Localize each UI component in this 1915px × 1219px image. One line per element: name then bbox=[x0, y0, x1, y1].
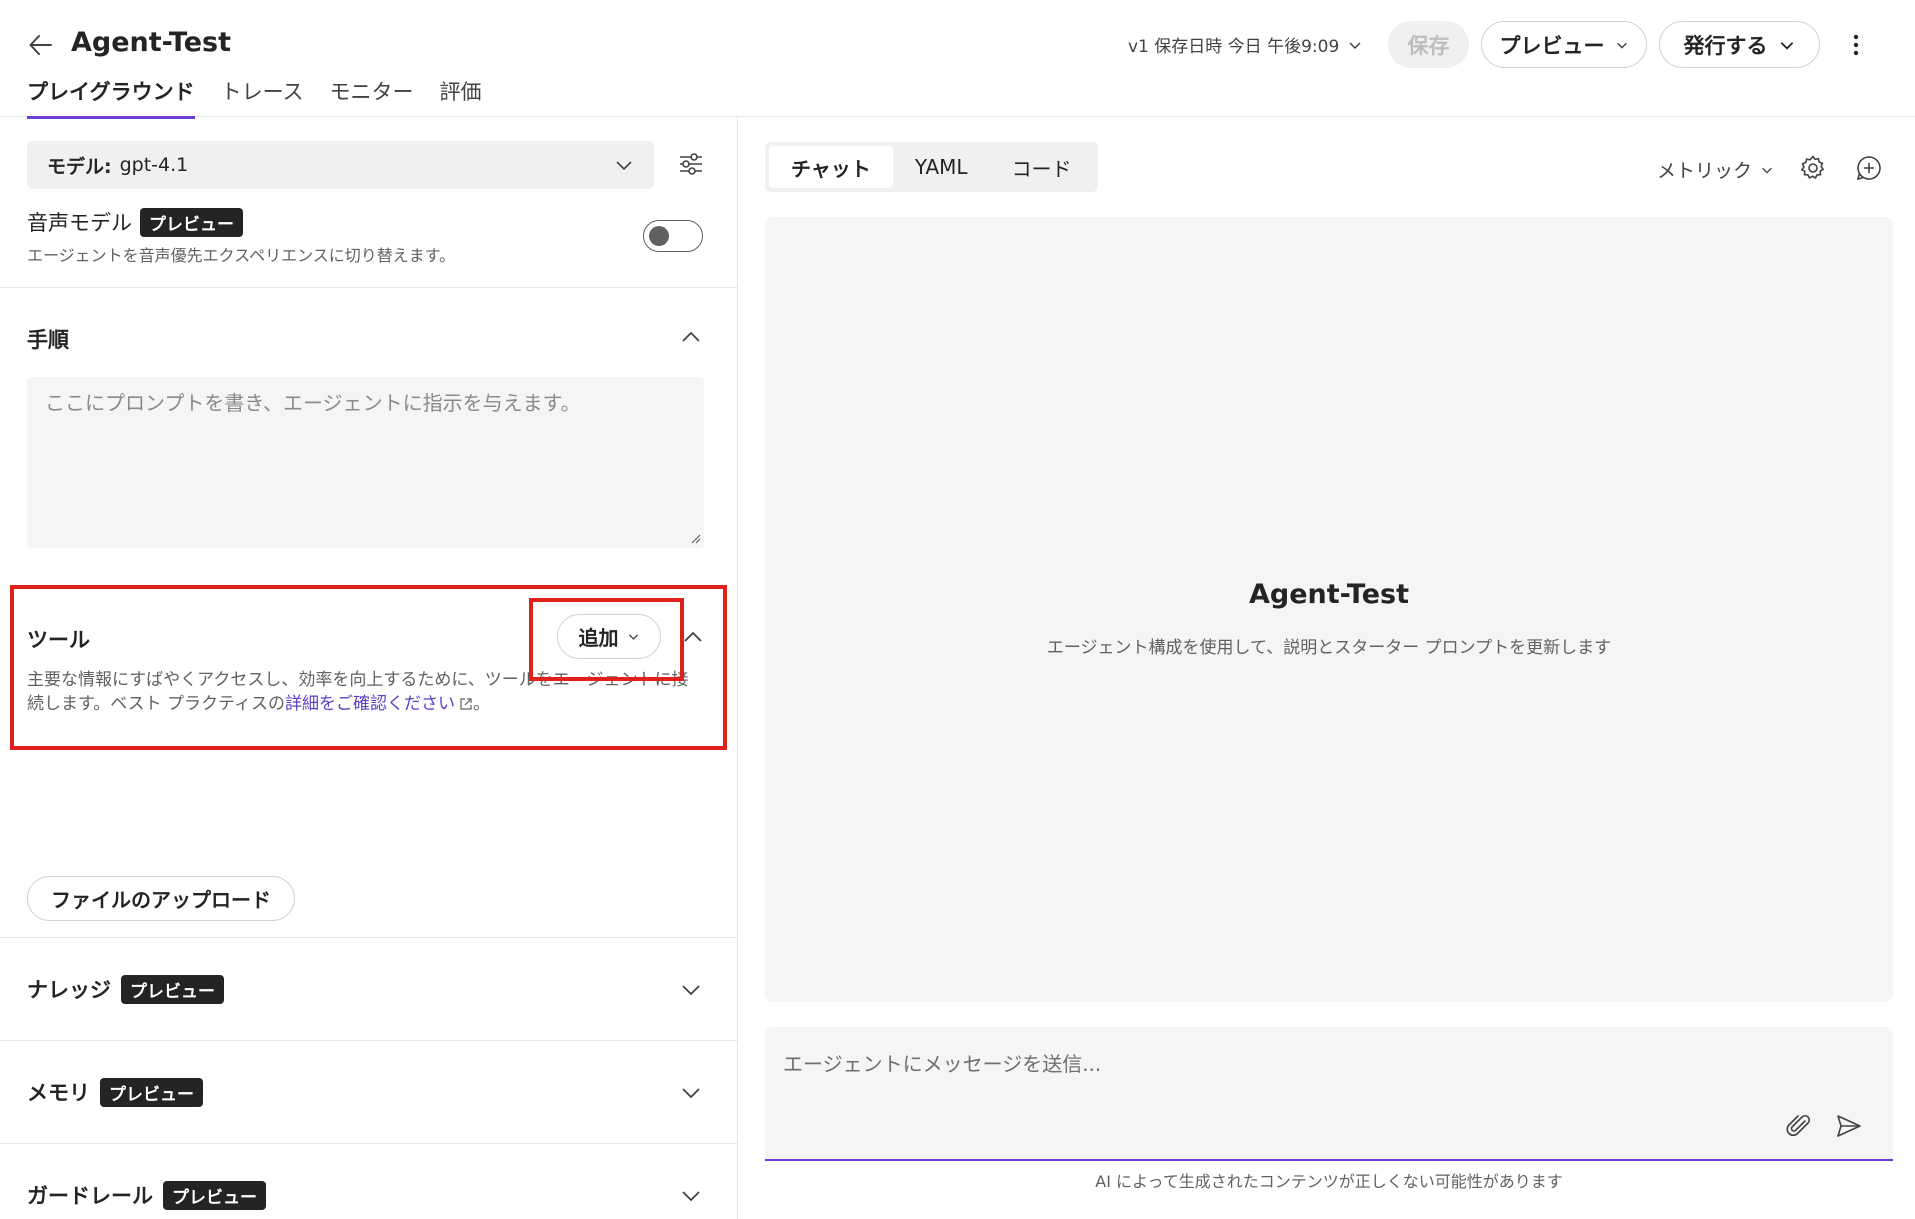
chevron-down-icon bbox=[1349, 41, 1361, 49]
chat-view-tabs: チャット YAML コード bbox=[765, 142, 1098, 192]
voice-model-row: 音声モデル プレビュー エージェントを音声優先エクスペリエンスに切り替えます。 bbox=[27, 207, 707, 266]
toggle-knob bbox=[649, 226, 669, 246]
add-tool-button[interactable]: 追加 bbox=[557, 614, 661, 659]
guardrails-title: ガードレール bbox=[27, 1184, 153, 1208]
voice-model-label: 音声モデル bbox=[27, 211, 132, 235]
tools-description: 主要な情報にすばやくアクセスし、効率を向上するために、ツールをエージェントに接続… bbox=[27, 668, 697, 716]
tab-yaml[interactable]: YAML bbox=[893, 146, 990, 188]
tab-playground[interactable]: プレイグラウンド bbox=[27, 76, 195, 119]
model-select[interactable]: モデル: gpt-4.1 bbox=[27, 141, 654, 189]
attach-icon[interactable] bbox=[1785, 1112, 1813, 1140]
metrics-dropdown[interactable]: メトリック bbox=[1657, 156, 1774, 183]
learn-more-link[interactable]: 詳細をご確認ください bbox=[285, 694, 455, 714]
voice-model-toggle[interactable] bbox=[643, 220, 703, 252]
message-composer bbox=[765, 1027, 1893, 1161]
model-value: gpt-4.1 bbox=[119, 154, 189, 176]
agent-config-panel: モデル: gpt-4.1 音声モデル プレビュー エージェントを音声優先エクスペ… bbox=[0, 117, 738, 1219]
external-link-icon bbox=[460, 698, 472, 710]
preview-button-label: プレビュー bbox=[1499, 33, 1605, 58]
knowledge-title: ナレッジ bbox=[27, 978, 111, 1002]
divider bbox=[0, 287, 738, 288]
tab-traces[interactable]: トレース bbox=[221, 76, 304, 119]
save-button[interactable]: 保存 bbox=[1388, 21, 1469, 68]
publish-button[interactable]: 発行する bbox=[1659, 21, 1820, 68]
ai-disclaimer: AI によって生成されたコンテンツが正しくない可能性があります bbox=[1095, 1172, 1563, 1191]
divider bbox=[0, 1040, 738, 1041]
version-save-info[interactable]: v1 保存日時 今日 午後9:09 bbox=[1128, 32, 1363, 57]
send-icon[interactable] bbox=[1835, 1112, 1863, 1140]
gear-icon[interactable] bbox=[1799, 154, 1827, 182]
chevron-down-icon[interactable] bbox=[678, 1080, 704, 1106]
instructions-title: 手順 bbox=[27, 328, 69, 352]
knowledge-section-header: ナレッジ プレビュー bbox=[27, 974, 224, 1004]
chevron-down-icon bbox=[1762, 167, 1772, 174]
chevron-down-icon bbox=[616, 161, 632, 171]
agent-description: エージェント構成を使用して、説明とスターター プロンプトを更新します bbox=[1046, 638, 1612, 658]
memory-section-header: メモリ プレビュー bbox=[27, 1077, 203, 1107]
tab-evaluation[interactable]: 評価 bbox=[440, 76, 482, 119]
back-arrow-icon[interactable] bbox=[27, 31, 55, 59]
metrics-label: メトリック bbox=[1657, 160, 1753, 182]
message-input[interactable] bbox=[783, 1047, 1783, 1081]
preview-badge: プレビュー bbox=[121, 974, 224, 1004]
model-label: モデル: bbox=[47, 155, 112, 178]
preview-badge: プレビュー bbox=[100, 1077, 203, 1107]
resize-grip-icon[interactable] bbox=[689, 532, 701, 544]
tools-section-title: ツール bbox=[27, 624, 90, 654]
chevron-down-icon[interactable] bbox=[678, 1183, 704, 1209]
tab-code[interactable]: コード bbox=[990, 146, 1094, 188]
chevron-down-icon bbox=[1780, 41, 1793, 50]
tools-title: ツール bbox=[27, 628, 90, 652]
preview-badge: プレビュー bbox=[140, 207, 243, 237]
nav-tabs: プレイグラウンド トレース モニター 評価 bbox=[27, 76, 482, 119]
chevron-down-icon[interactable] bbox=[678, 977, 704, 1003]
app-header: Agent-Test プレイグラウンド トレース モニター 評価 v1 保存日時… bbox=[0, 0, 1915, 119]
app-title: Agent-Test bbox=[71, 27, 232, 58]
tools-description-end: 。 bbox=[473, 694, 491, 714]
guardrails-section-header: ガードレール プレビュー bbox=[27, 1180, 266, 1210]
chat-area: Agent-Test エージェント構成を使用して、説明とスターター プロンプトを… bbox=[765, 217, 1893, 1002]
file-upload-button[interactable]: ファイルのアップロード bbox=[27, 876, 295, 921]
instructions-section-title: 手順 bbox=[27, 324, 69, 354]
tune-icon[interactable] bbox=[677, 150, 705, 178]
save-info-text: v1 保存日時 今日 午後9:09 bbox=[1128, 37, 1340, 57]
divider bbox=[0, 1143, 738, 1144]
chevron-up-icon[interactable] bbox=[680, 624, 706, 650]
preview-button[interactable]: プレビュー bbox=[1481, 21, 1647, 68]
add-tool-label: 追加 bbox=[578, 626, 619, 650]
memory-title: メモリ bbox=[27, 1081, 90, 1105]
chevron-down-icon bbox=[1616, 42, 1627, 49]
chevron-down-icon bbox=[628, 634, 638, 640]
preview-badge: プレビュー bbox=[163, 1180, 266, 1210]
tab-monitor[interactable]: モニター bbox=[330, 76, 414, 119]
voice-model-description: エージェントを音声優先エクスペリエンスに切り替えます。 bbox=[27, 246, 456, 265]
add-chat-icon[interactable] bbox=[1855, 154, 1883, 182]
divider bbox=[0, 937, 738, 938]
voice-model-title: 音声モデル プレビュー bbox=[27, 207, 707, 237]
agent-name: Agent-Test bbox=[1248, 579, 1410, 610]
tab-chat[interactable]: チャット bbox=[769, 146, 893, 188]
instructions-textarea[interactable] bbox=[27, 377, 704, 548]
more-vertical-icon[interactable] bbox=[1843, 29, 1869, 61]
publish-button-label: 発行する bbox=[1683, 33, 1768, 58]
chevron-up-icon[interactable] bbox=[678, 324, 704, 350]
